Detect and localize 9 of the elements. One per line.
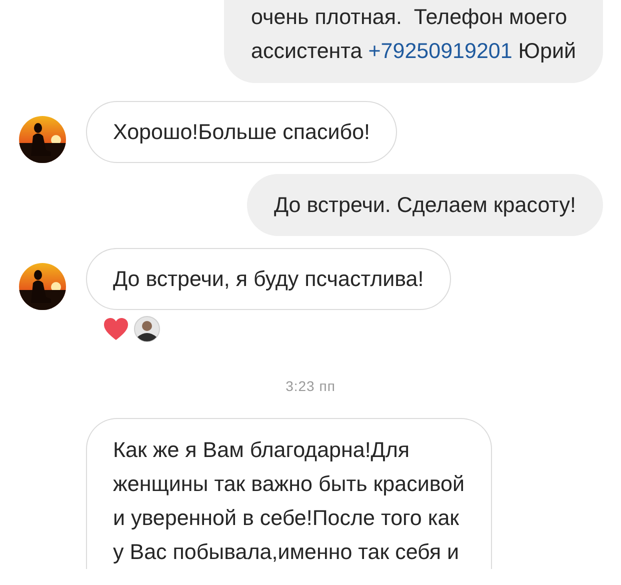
received-message: До встречи, я буду псчастлива! [86,248,451,310]
heart-icon [103,317,129,341]
received-message: Как же я Вам благодарна!Для женщины так важно быть красивой и уверенной в себе!После того как у Вас побывала,именно так себя и [86,418,492,569]
sent-message: очень плотная. Телефон моего ассистента +79250919201 Юрий [224,0,603,83]
phone-link[interactable]: +79250919201 [368,39,512,63]
received-message: Хорошо!Больше спасибо! [86,101,398,163]
timestamp: 3:23 пп [286,378,336,394]
sent-message: До встречи. Сделаем красоту! [246,174,603,236]
user-avatar [134,316,160,342]
